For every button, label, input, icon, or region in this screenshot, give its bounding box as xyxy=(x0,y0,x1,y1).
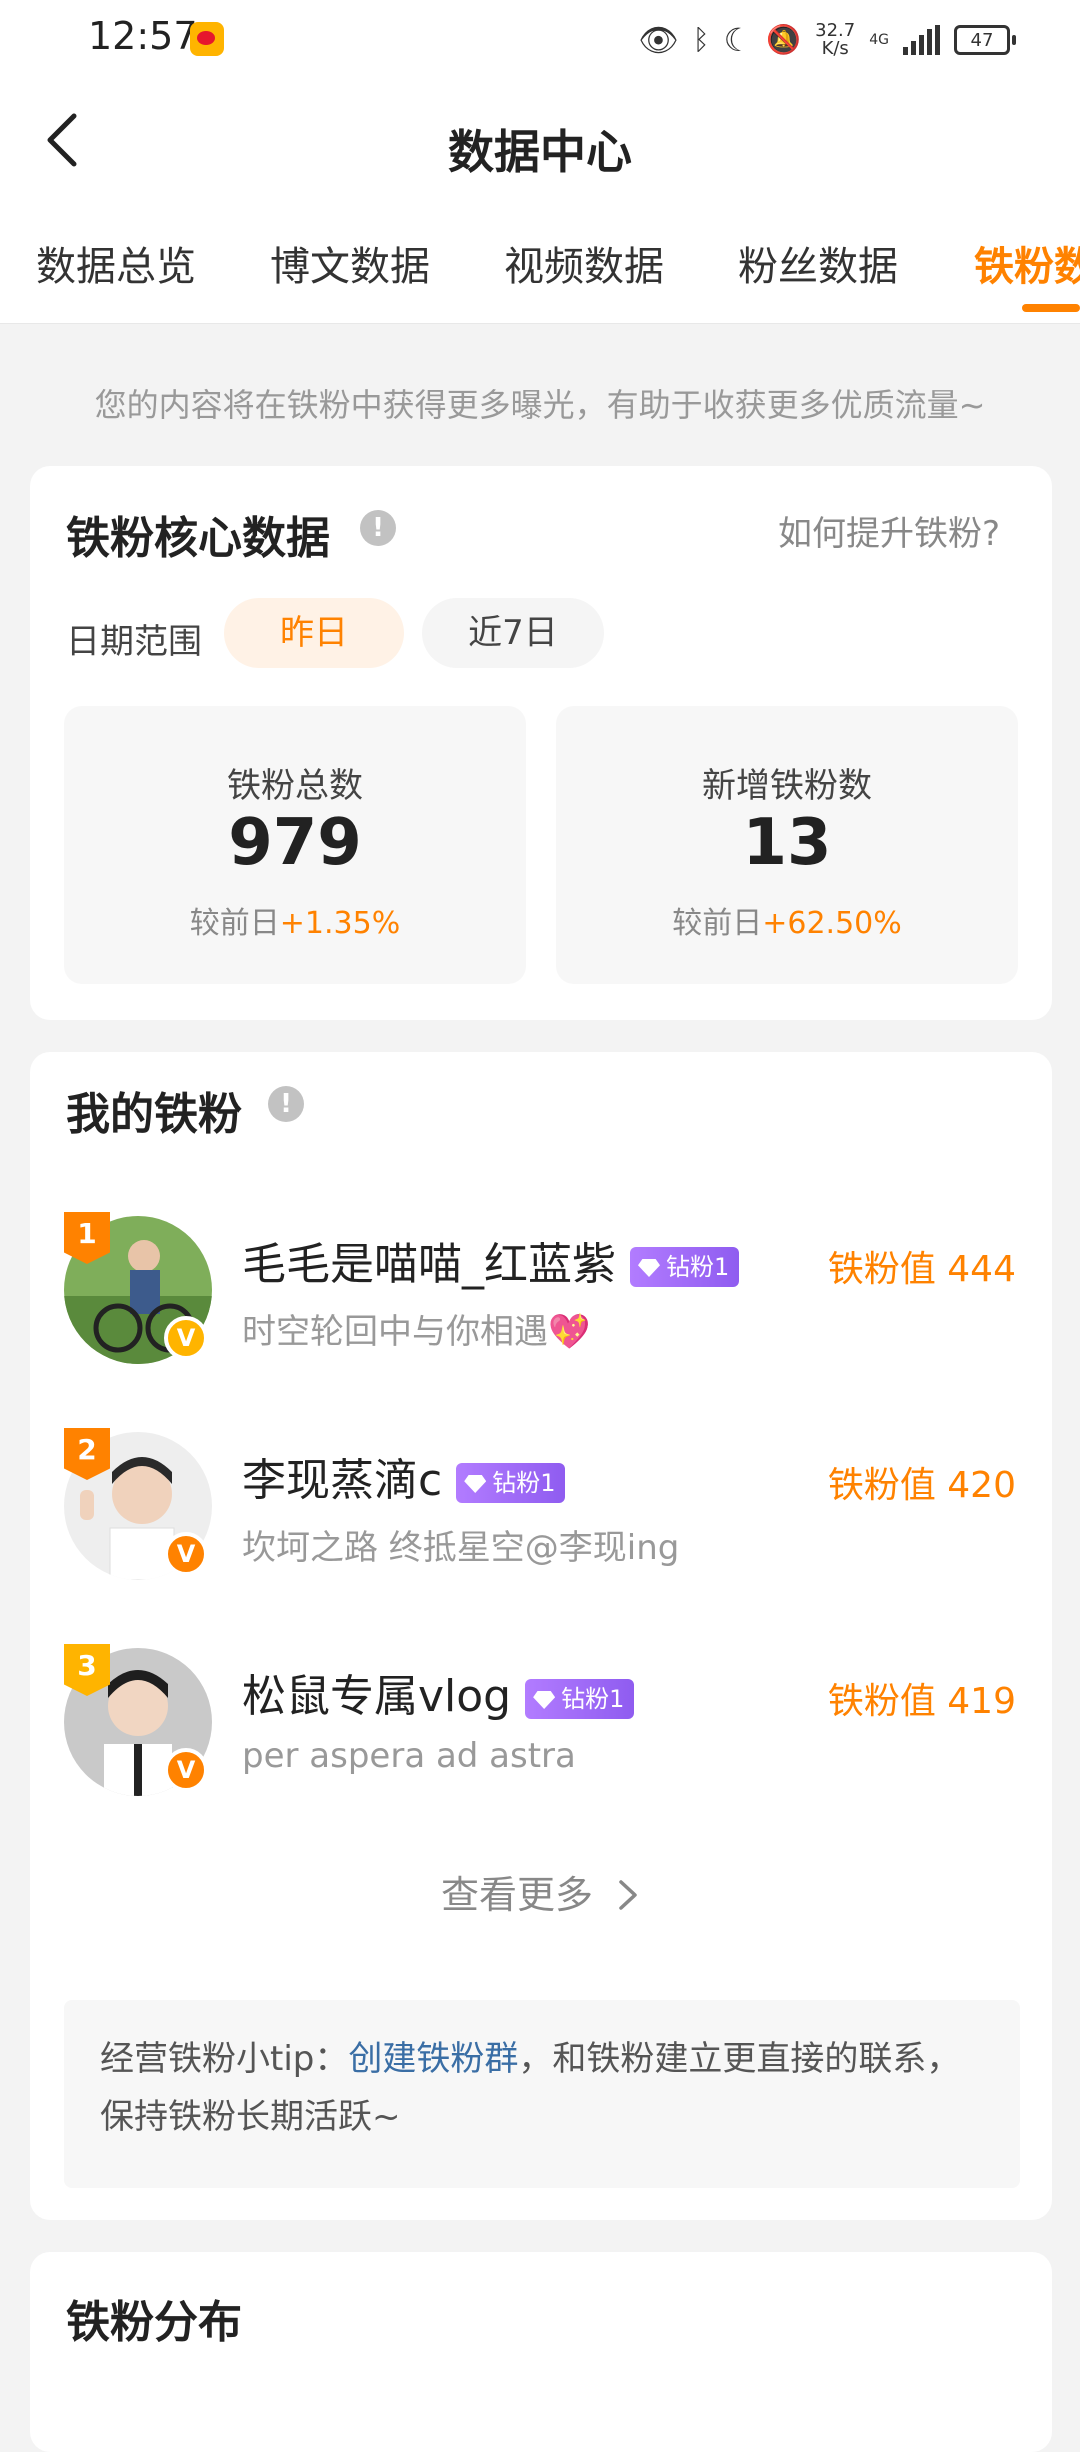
tab-overview[interactable]: 数据总览 xyxy=(36,234,196,292)
my-fans-title: 我的铁粉 xyxy=(66,1089,242,1140)
core-data-card: 铁粉核心数据 ! 如何提升铁粉? 日期范围 昨日 近7日 铁粉总数 979 较前… xyxy=(30,466,1052,1020)
range-7days-button[interactable]: 近7日 xyxy=(422,598,604,668)
tip-prefix: 经营铁粉小tip： xyxy=(100,2039,349,2079)
weibo-icon xyxy=(190,22,224,56)
tip-box: 经营铁粉小tip：创建铁粉群，和铁粉建立更直接的联系，保持铁粉长期活跃~ xyxy=(64,2000,1020,2188)
stat-label: 新增铁粉数 xyxy=(702,766,872,806)
tab-video-data[interactable]: 视频数据 xyxy=(504,234,664,292)
net-speed: 32.7 K/s xyxy=(815,20,856,59)
verified-icon: V xyxy=(164,1316,208,1360)
bluetooth-icon: ᛒ xyxy=(692,23,710,56)
stat-compare: 较前日+62.50% xyxy=(672,906,902,941)
tab-post-data[interactable]: 博文数据 xyxy=(270,234,430,292)
page-title: 数据中心 xyxy=(448,125,632,179)
network-type: 4G xyxy=(869,32,889,48)
fan-distribution-card: 铁粉分布 xyxy=(30,2252,1052,2452)
diamond-icon xyxy=(464,1475,487,1493)
fan-score: 铁粉值 419 xyxy=(827,1681,1016,1722)
info-icon[interactable]: ! xyxy=(268,1086,304,1122)
tab-fans-data[interactable]: 粉丝数据 xyxy=(738,234,898,292)
notice-text: 您的内容将在铁粉中获得更多曝光，有助于收获更多优质流量~ xyxy=(94,386,986,424)
fan-level-badge: 钻粉1 xyxy=(525,1679,635,1719)
how-to-improve-link[interactable]: 如何提升铁粉? xyxy=(778,506,1000,555)
status-bar: 12:57 👁 ᛒ ☾ 🔕 32.7 K/s 4G 47 xyxy=(0,0,1080,80)
fan-name[interactable]: 李现蒸滴c 钻粉1 xyxy=(242,1444,566,1508)
total-fans-stat: 铁粉总数 979 较前日+1.35% xyxy=(64,706,526,984)
fan-score: 铁粉值 420 xyxy=(827,1465,1016,1506)
battery-icon: 47 xyxy=(954,25,1016,55)
active-tab-indicator xyxy=(1022,304,1080,312)
mute-icon: 🔕 xyxy=(766,23,802,56)
core-data-title: 铁粉核心数据 xyxy=(66,513,330,564)
fan-name[interactable]: 松鼠专属vlog 钻粉1 xyxy=(242,1660,635,1724)
header: 数据中心 xyxy=(0,80,1080,200)
range-yesterday-button[interactable]: 昨日 xyxy=(224,598,404,668)
stat-value: 979 xyxy=(228,806,362,880)
info-icon[interactable]: ! xyxy=(360,510,396,546)
fan-score: 铁粉值 444 xyxy=(827,1249,1016,1290)
tab-bar: 数据总览 博文数据 视频数据 粉丝数据 铁粉数据 xyxy=(0,200,1080,324)
new-fans-stat: 新增铁粉数 13 较前日+62.50% xyxy=(556,706,1018,984)
verified-icon: V xyxy=(164,1532,208,1576)
signal-icon xyxy=(903,25,940,55)
verified-icon: V xyxy=(164,1748,208,1792)
tab-iron-fans-data[interactable]: 铁粉数据 xyxy=(974,234,1080,292)
date-range-label: 日期范围 xyxy=(66,622,202,662)
fan-description: 坎坷之路 终抵星空@李现ing xyxy=(242,1528,680,1568)
create-fan-group-link[interactable]: 创建铁粉群 xyxy=(348,2039,518,2079)
list-item[interactable]: 3 V 松鼠专属vlog 钻粉1 per aspera ad astra 铁粉值 … xyxy=(30,1642,1052,1802)
fan-distribution-title: 铁粉分布 xyxy=(66,2297,242,2348)
stat-label: 铁粉总数 xyxy=(227,766,363,806)
status-time: 12:57 xyxy=(88,14,198,58)
list-item[interactable]: 2 V 李现蒸滴c 钻粉1 坎坷之路 终抵星空@李现ing 铁粉值 420 xyxy=(30,1426,1052,1586)
battery-level: 47 xyxy=(970,29,994,51)
eye-icon: 👁 xyxy=(638,21,679,59)
fan-level-badge: 钻粉1 xyxy=(456,1463,566,1503)
stat-value: 13 xyxy=(742,806,832,880)
list-item[interactable]: 1 V 毛毛是喵喵_红蓝紫 钻粉1 时空轮回中与你相遇💖 铁粉值 444 xyxy=(30,1210,1052,1370)
stat-compare: 较前日+1.35% xyxy=(189,906,401,941)
fan-name[interactable]: 毛毛是喵喵_红蓝紫 钻粉1 xyxy=(242,1228,740,1292)
diamond-icon xyxy=(533,1691,556,1709)
chevron-right-icon xyxy=(619,1880,637,1910)
diamond-icon xyxy=(638,1259,660,1277)
fan-level-badge: 钻粉1 xyxy=(630,1247,740,1287)
fan-description: per aspera ad astra xyxy=(242,1736,576,1776)
my-fans-card: 我的铁粉 ! 1 V 毛毛是喵喵_红蓝紫 钻粉1 时空轮回中与你相遇💖 铁粉值 4… xyxy=(30,1052,1052,2220)
view-more-button[interactable]: 查看更多 xyxy=(30,1864,1052,1919)
fan-description: 时空轮回中与你相遇💖 xyxy=(242,1312,591,1352)
moon-icon: ☾ xyxy=(723,21,753,59)
